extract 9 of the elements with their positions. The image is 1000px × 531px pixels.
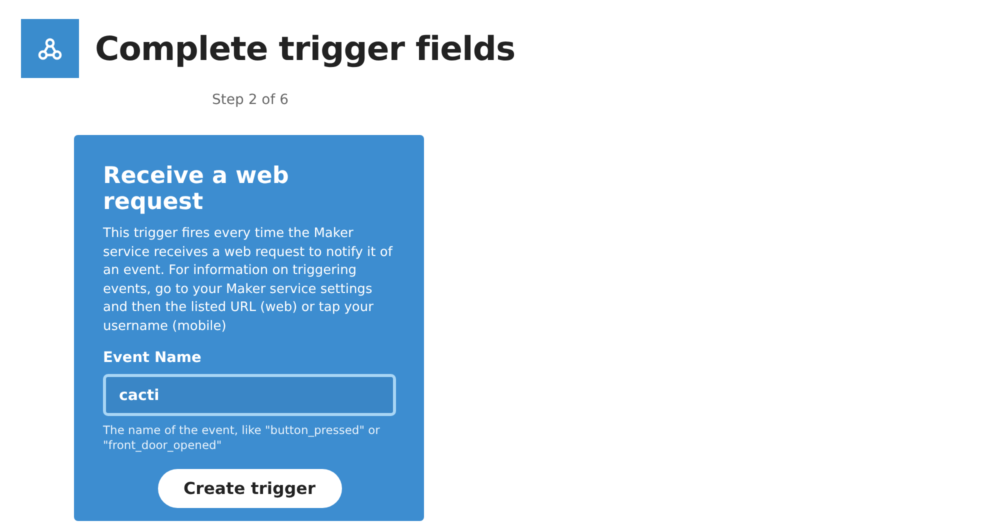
step-indicator: Step 2 of 6	[212, 92, 290, 108]
page-title: Complete trigger fields	[95, 29, 516, 68]
field-label: Event Name	[103, 350, 202, 366]
event-name-field[interactable]: cacti	[103, 374, 396, 416]
create-trigger-button[interactable]: Create trigger	[158, 469, 342, 508]
field-help-text: The name of the event, like "button_pressed" or "front_door_opened"	[103, 423, 381, 453]
webhook-icon	[38, 38, 62, 60]
card-title: Receive a web request	[103, 163, 290, 215]
trigger-description: This trigger fires every time the Maker service receives a web request to notify it of an event. For information on triggering events, go to your Maker service settings and then the listed URL (web) or tap your username (mobile)	[103, 225, 394, 336]
